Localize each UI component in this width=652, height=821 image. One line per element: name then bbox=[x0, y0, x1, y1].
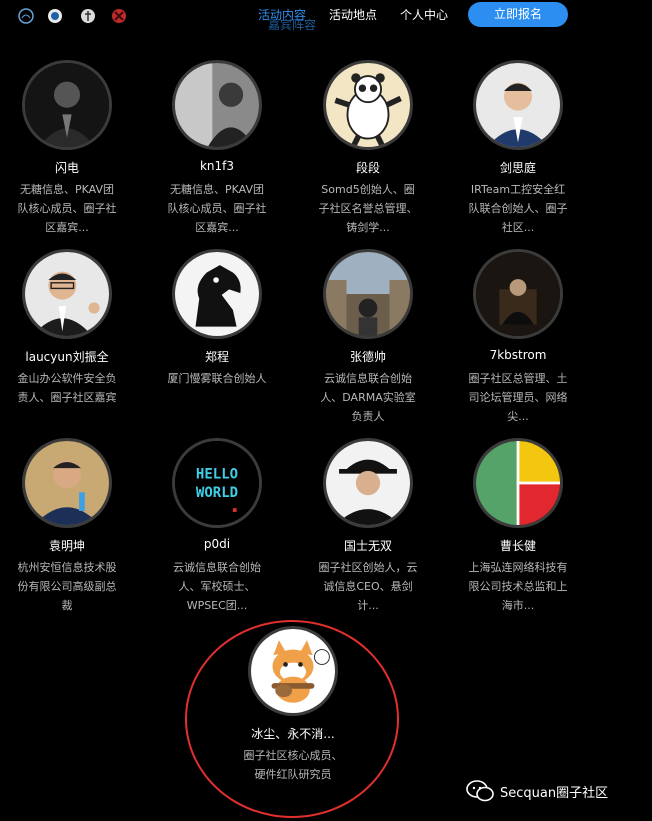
avatar bbox=[323, 249, 413, 339]
sponsor-logo-3-icon bbox=[80, 8, 96, 24]
nav-activity-location[interactable]: 活动地点 bbox=[329, 6, 377, 23]
nav-active-subtitle: 嘉宾阵容 bbox=[268, 18, 317, 32]
avatar bbox=[473, 438, 563, 528]
speaker-description: 无糖信息、PKAV团队核心成员、圈子社区嘉宾... bbox=[167, 183, 267, 234]
avatar bbox=[172, 249, 262, 339]
sponsor-logo-1-icon bbox=[18, 8, 34, 24]
sponsor-logo-4-icon bbox=[111, 8, 127, 24]
speaker-description: 圈子社区核心成员、硬件红队研究员 bbox=[243, 749, 343, 781]
speaker-name: laucyun刘振全 bbox=[25, 350, 109, 364]
speaker-description: 云诚信息联合创始人、DARMA实验室负责人 bbox=[320, 372, 416, 423]
avatar bbox=[473, 249, 563, 339]
avatar: HELLO WORLD bbox=[172, 438, 262, 528]
sponsor-logo-2-icon bbox=[47, 8, 63, 24]
speaker-description: 圈子社区总管理、土司论坛管理员、网络尖... bbox=[468, 372, 568, 423]
speaker-name: 国士无双 bbox=[343, 539, 392, 553]
speaker-name: 冰尘、永不消... bbox=[251, 727, 335, 741]
hello-text: HELLO bbox=[196, 466, 238, 482]
speaker-description: 圈子社区创始人，云诚信息CEO、悬剑计... bbox=[318, 561, 418, 612]
speaker-name: 剑思庭 bbox=[499, 161, 536, 175]
speaker-name: kn1f3 bbox=[199, 159, 235, 173]
speaker-description: IRTeam工控安全红队联合创始人、圈子社区... bbox=[468, 183, 568, 234]
avatar bbox=[323, 60, 413, 150]
avatar bbox=[172, 60, 262, 150]
speaker-name: 闪电 bbox=[54, 161, 79, 175]
watermark-label: Secquan圈子社区 bbox=[500, 786, 609, 801]
speaker-name: 段段 bbox=[355, 161, 380, 175]
speaker-name: 张德帅 bbox=[349, 350, 386, 364]
speaker-description: 厦门慢雾联合创始人 bbox=[167, 372, 267, 385]
speaker-name: p0di bbox=[203, 537, 231, 551]
world-text: WORLD bbox=[196, 485, 238, 501]
signup-button[interactable]: 立即报名 bbox=[468, 2, 568, 27]
avatar bbox=[22, 438, 112, 528]
nav-personal-center[interactable]: 个人中心 bbox=[400, 6, 448, 23]
top-navigation-bar: 活动内容 嘉宾阵容 活动地点 个人中心 立即报名 bbox=[0, 0, 652, 32]
avatar bbox=[248, 626, 338, 716]
avatar bbox=[473, 60, 563, 150]
speaker-description: Somd5创始人、圈子社区名誉总管理、铸剑学... bbox=[318, 183, 418, 234]
speaker-name: 郑程 bbox=[204, 350, 229, 364]
avatar bbox=[323, 438, 413, 528]
speaker-description: 无糖信息、PKAV团队核心成员、圈子社区嘉宾... bbox=[17, 183, 117, 234]
wechat-icon bbox=[466, 780, 494, 806]
avatar bbox=[22, 60, 112, 150]
speaker-name: 7kbstrom bbox=[489, 348, 547, 362]
speaker-description: 金山办公软件安全负责人、圈子社区嘉宾 bbox=[17, 372, 117, 404]
speaker-description: 杭州安恒信息技术股份有限公司高级副总裁 bbox=[17, 561, 117, 612]
avatar bbox=[22, 249, 112, 339]
watermark: Secquan圈子社区 bbox=[466, 780, 646, 802]
speaker-name: 袁明坤 bbox=[48, 539, 85, 553]
speaker-name: 曹长健 bbox=[499, 539, 536, 553]
speaker-description: 云诚信息联合创始人、军校硕士、WPSEC团... bbox=[173, 561, 261, 612]
speaker-description: 上海弘连网络科技有限公司技术总监和上海市... bbox=[468, 561, 568, 612]
